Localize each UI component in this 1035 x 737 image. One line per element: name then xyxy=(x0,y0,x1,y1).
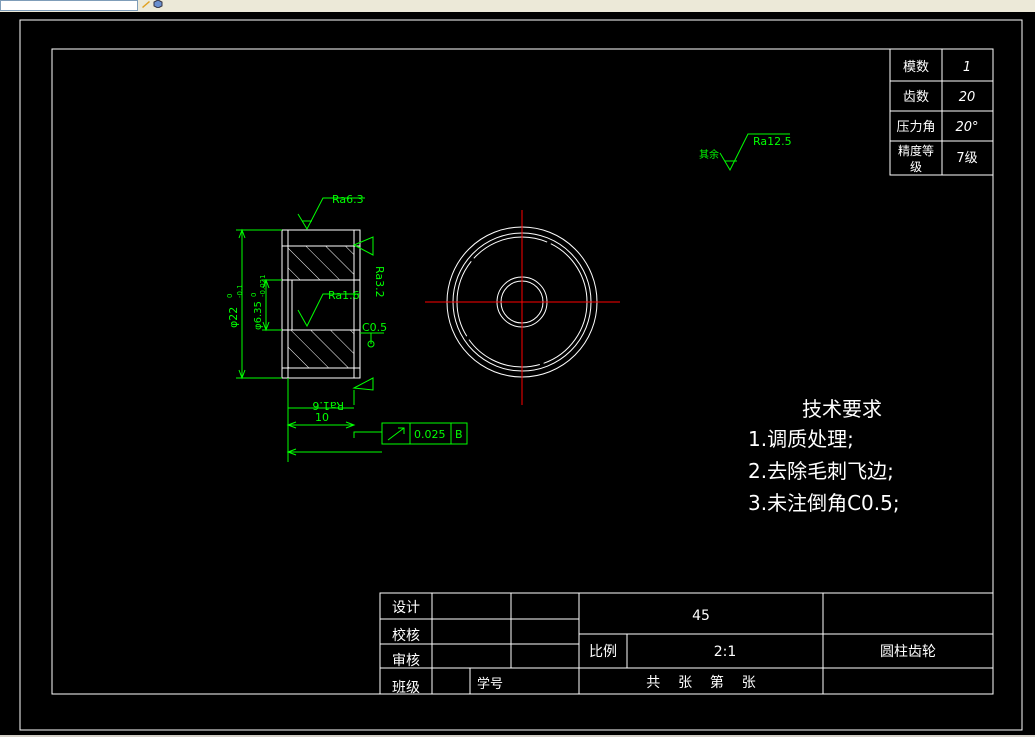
bore-tol-upper: 0 xyxy=(250,293,258,297)
param-value-teeth: 20 xyxy=(959,90,976,105)
bore-tol-lower: -0.021 xyxy=(259,274,267,297)
pencil-icon[interactable] xyxy=(141,0,151,8)
title-block-checker: 校核 xyxy=(392,627,420,644)
outer-tol-upper: 0 xyxy=(226,294,234,298)
bore-diameter: φ6.35 xyxy=(253,301,264,330)
outer-tol-lower: -0.1 xyxy=(236,284,244,298)
title-block-class: 班级 xyxy=(392,680,420,696)
param-value-module: 1 xyxy=(963,60,971,75)
title-block-scale-label: 比例 xyxy=(589,644,617,660)
general-roughness-value: Ra12.5 xyxy=(753,135,792,148)
general-roughness-prefix: 其余 xyxy=(699,148,719,161)
tech-requirement-2: 2.去除毛刺飞边; xyxy=(748,459,894,483)
tech-requirement-1: 1.调质处理; xyxy=(748,427,854,451)
drawing-canvas[interactable]: 模数 1 齿数 20 压力角 20° 精度等 级 7级 其余 Ra12.5 Ra… xyxy=(0,12,1035,735)
param-value-pressure-angle: 20° xyxy=(955,120,978,135)
title-block-reviewer: 审核 xyxy=(392,653,420,669)
gear-section-view xyxy=(281,229,361,379)
tolerance-value: 0.025 xyxy=(414,428,446,441)
param-label-teeth: 齿数 xyxy=(903,90,929,105)
tech-requirement-3: 3.未注倒角C0.5; xyxy=(748,491,900,515)
param-label-accuracy-1: 精度等 xyxy=(898,143,934,158)
outer-diameter: φ22 xyxy=(227,307,240,328)
chamfer-note: C0.5 xyxy=(362,321,387,334)
engineering-drawing: 模数 1 齿数 20 压力角 20° 精度等 级 7级 其余 Ra12.5 Ra… xyxy=(19,19,1023,731)
title-block-scale: 2:1 xyxy=(714,644,737,660)
param-label-pressure-angle: 压力角 xyxy=(896,120,935,135)
tolerance-datum: B xyxy=(455,428,463,441)
cube-icon[interactable] xyxy=(153,0,163,8)
title-block-student-no: 学号 xyxy=(477,676,503,692)
roughness-bore: Ra1.6 xyxy=(328,289,360,302)
width-dimension: 10 xyxy=(315,411,329,424)
title-block-part-name: 圆柱齿轮 xyxy=(880,644,936,660)
title-block-designer: 设计 xyxy=(392,600,420,616)
roughness-top: Ra6.3 xyxy=(332,193,364,206)
param-value-accuracy: 7级 xyxy=(956,151,977,166)
outer-frame xyxy=(19,19,1023,731)
tech-requirements-title: 技术要求 xyxy=(802,397,882,421)
toolbar-input[interactable] xyxy=(0,0,138,11)
param-label-module: 模数 xyxy=(903,60,929,75)
title-block-sheet: 共 张 第 张 xyxy=(646,674,755,691)
title-block-material: 45 xyxy=(692,608,710,624)
roughness-right-face: Ra3.2 xyxy=(373,266,386,298)
param-label-accuracy-2: 级 xyxy=(910,160,922,174)
